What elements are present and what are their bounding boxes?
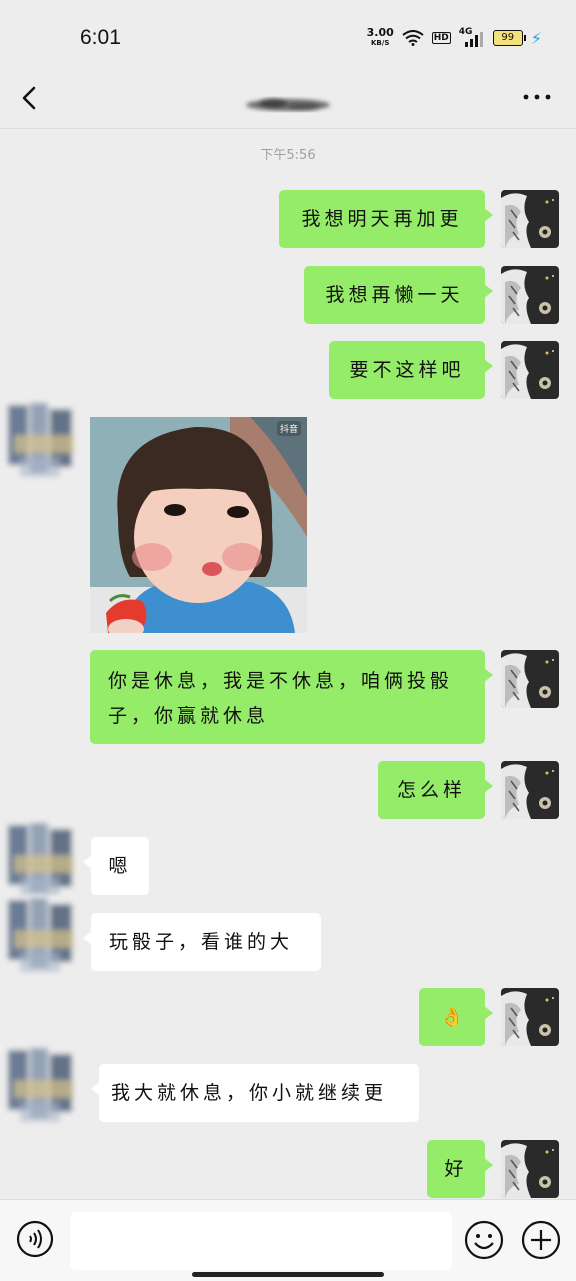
status-icons: 3.00 KB/S HD 4G 99 ⚡ [367,27,542,49]
charging-icon: ⚡ [530,28,542,48]
message-bubble-incoming[interactable]: 嗯 [83,837,149,895]
plus-icon[interactable] [521,1220,561,1260]
message-bubble-incoming[interactable]: 玩骰子，看谁的大 [83,913,321,971]
input-bar [0,1199,576,1281]
battery-icon: 99 [492,30,526,46]
self-avatar[interactable] [501,1140,559,1198]
sticker-watermark: 抖音 [276,421,301,436]
self-avatar[interactable] [501,650,559,708]
message-bubble-outgoing[interactable]: 怎么样 [378,761,493,819]
message-input[interactable] [70,1212,452,1270]
status-bar: 6:01 3.00 KB/S HD 4G 99 ⚡ [0,0,576,72]
self-avatar[interactable] [501,988,559,1046]
self-avatar[interactable] [501,761,559,819]
home-indicator[interactable] [192,1272,384,1277]
peer-avatar[interactable] [0,890,90,990]
message-bubble-outgoing[interactable]: 要不这样吧 [329,341,493,399]
chat-header [0,72,576,129]
sticker-image[interactable]: 抖音 [90,417,307,633]
wifi-icon [402,30,424,46]
self-avatar[interactable] [501,341,559,399]
back-arrow-icon[interactable] [18,80,42,116]
message-bubble-incoming[interactable]: 我大就休息，你小就继续更 [91,1064,419,1122]
more-dots-icon[interactable] [522,82,552,112]
net-speed: 3.00 KB/S [366,26,394,47]
message-bubble-outgoing[interactable]: 👌 [419,988,493,1046]
contact-name-blurred [246,98,330,111]
self-avatar[interactable] [501,266,559,324]
status-time: 6:01 [80,26,121,49]
message-bubble-outgoing[interactable]: 我想明天再加更 [279,190,493,248]
signal-icon: 4G [459,27,485,47]
emoji-icon[interactable] [464,1220,504,1260]
message-bubble-outgoing[interactable]: 好 [427,1140,493,1198]
voice-icon[interactable] [16,1220,54,1258]
peer-avatar[interactable] [0,1040,90,1140]
self-avatar[interactable] [501,190,559,248]
message-bubble-outgoing[interactable]: 你是休息，我是不休息，咱俩投骰子，你赢就休息 [90,650,493,744]
message-timestamp: 下午5:56 [260,148,316,163]
message-bubble-outgoing[interactable]: 我想再懒一天 [304,266,493,324]
peer-avatar[interactable] [0,395,90,495]
hd-badge: HD [431,32,451,44]
